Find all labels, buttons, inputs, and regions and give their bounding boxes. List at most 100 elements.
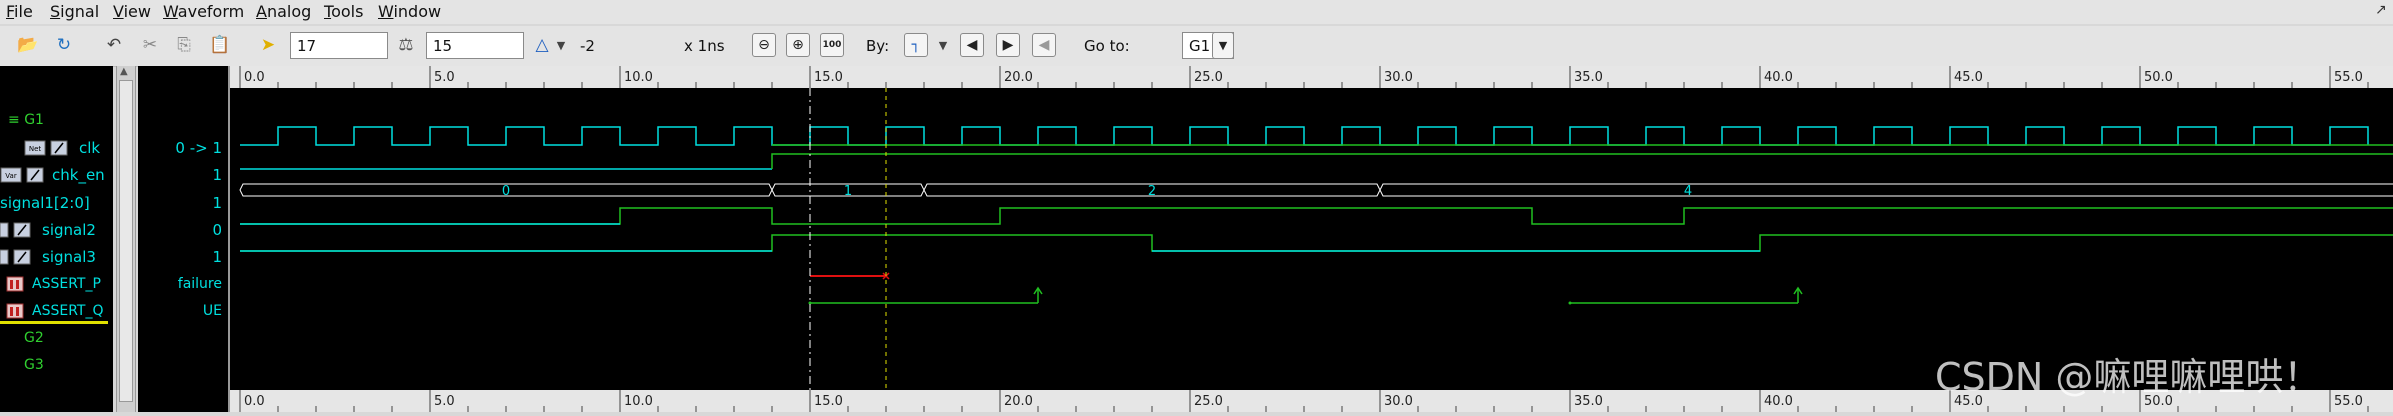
ruler-label: 35.0 xyxy=(1574,70,1603,85)
ruler-label: 40.0 xyxy=(1764,70,1793,85)
menu-view[interactable]: View xyxy=(113,0,151,24)
svg-text:Var: Var xyxy=(5,172,17,180)
bus-value-label: 1 xyxy=(844,184,852,199)
signal-type-icon xyxy=(0,249,31,265)
zoom-out-button[interactable]: ⊖ xyxy=(752,33,776,57)
svg-text:Net: Net xyxy=(29,145,42,153)
signal-row-chk-en[interactable]: Var chk_en xyxy=(0,162,113,188)
ruler-label: 45.0 xyxy=(1954,70,1983,85)
search-back-button[interactable]: ◀ xyxy=(1032,33,1056,57)
zoom-full-button[interactable]: 100 xyxy=(820,33,844,57)
chk-en-high xyxy=(771,153,2393,169)
value-assert-q: UE xyxy=(202,303,222,319)
zoom-in-button[interactable]: ⊕ xyxy=(786,33,810,57)
edge-dropdown-icon[interactable]: ▼ xyxy=(936,33,950,57)
goto-dropdown-button[interactable]: ▼ xyxy=(1212,32,1234,59)
value-chk-en: 1 xyxy=(212,166,222,184)
assertion-icon xyxy=(6,303,24,319)
search-prev-button[interactable]: ◀ xyxy=(960,33,984,57)
step-icon[interactable]: ⚖ xyxy=(394,33,418,57)
bus-value-label: 2 xyxy=(1148,184,1156,199)
menu-window[interactable]: Window xyxy=(378,0,441,24)
ruler-label: 50.0 xyxy=(2144,70,2173,85)
by-label: By: xyxy=(866,37,890,55)
delta-icon[interactable]: △ xyxy=(530,33,554,57)
menu-file[interactable]: File xyxy=(6,0,33,24)
corner-tool-icon[interactable]: ↗ xyxy=(2375,2,2389,20)
watermark: CSDN @嘛哩嘛哩哄！ xyxy=(1935,355,2322,399)
group-g2[interactable]: G2 xyxy=(24,325,44,351)
reload-icon[interactable]: ↻ xyxy=(52,33,76,57)
ruler-label: 55.0 xyxy=(2334,394,2363,409)
ruler-label: 5.0 xyxy=(434,70,455,85)
time-ruler-top-svg: 0.0 5.0 10.0 15.0 20.0 25.0 30.0 35.0 40.0 45.0 50… xyxy=(239,66,2369,88)
signal-row-clk[interactable]: Net clk xyxy=(0,135,113,161)
value-assert-p: failure xyxy=(177,276,222,292)
clk-waveform xyxy=(240,126,2369,146)
signal2-waveform xyxy=(240,207,2393,225)
menu-bar: File Signal View Waveform Analog Tools W… xyxy=(0,0,2393,24)
ruler-label: 15.0 xyxy=(814,70,843,85)
ruler-label: 35.0 xyxy=(1574,394,1603,409)
ruler-label: 30.0 xyxy=(1384,70,1413,85)
ruler-label: 5.0 xyxy=(434,394,455,409)
copy-icon[interactable]: ⎘ xyxy=(172,33,196,57)
signal-type-icon xyxy=(0,222,31,238)
signal-row-signal1[interactable]: signal1[2:0] xyxy=(0,190,113,216)
ruler-label: 40.0 xyxy=(1764,394,1793,409)
cut-icon[interactable]: ✂ xyxy=(138,33,162,57)
signal-value-panel: 0 -> 1 1 1 0 1 failure UE xyxy=(138,66,228,412)
group-marker: ≡ xyxy=(8,112,25,128)
signal-row-assert-q[interactable]: ASSERT_Q xyxy=(0,298,113,324)
bus-segment xyxy=(1379,183,2393,197)
time-ruler-top: 0.0 5.0 10.0 15.0 20.0 25.0 30.0 35.0 40.0 45.0 50… xyxy=(230,66,2393,88)
bus-value-label: 4 xyxy=(1684,184,1692,199)
signal-name: ASSERT_P xyxy=(32,276,101,292)
signal-name: clk xyxy=(79,139,101,157)
ruler-label: 30.0 xyxy=(1384,394,1413,409)
pointer-cursor-icon[interactable]: ➤ xyxy=(256,33,280,57)
signal-name: signal1[2:0] xyxy=(0,194,90,212)
signal-row-signal2[interactable]: signal2 xyxy=(0,217,113,243)
signal-type-icon: Var xyxy=(0,167,44,183)
step-input[interactable] xyxy=(426,32,524,59)
signal-row-assert-p[interactable]: ASSERT_P xyxy=(0,271,113,297)
value-signal3: 1 xyxy=(212,248,222,266)
scrollbar-thumb[interactable] xyxy=(119,80,133,402)
delta-dropdown-icon[interactable]: ▼ xyxy=(554,33,568,57)
bus-value-label: 0 xyxy=(502,184,510,199)
signal-row-signal3[interactable]: signal3 xyxy=(0,244,113,270)
menu-waveform[interactable]: Waveform xyxy=(163,0,244,24)
scroll-up-icon[interactable]: ▲ xyxy=(120,66,128,77)
ruler-label: 55.0 xyxy=(2334,70,2363,85)
ruler-label: 10.0 xyxy=(624,394,653,409)
edge-search-button[interactable]: ┐ xyxy=(904,33,928,57)
ruler-label: 15.0 xyxy=(814,394,843,409)
ruler-label: 0.0 xyxy=(244,70,265,85)
ruler-label: 20.0 xyxy=(1004,70,1033,85)
menu-tools[interactable]: Tools xyxy=(324,0,363,24)
menu-signal[interactable]: Signal xyxy=(50,0,99,24)
signal3-waveform xyxy=(240,234,2393,252)
ruler-label: 10.0 xyxy=(624,70,653,85)
waveform-canvas[interactable]: 0 1 2 4 xyxy=(230,88,2393,390)
signal-name: signal2 xyxy=(42,221,96,239)
group-g1[interactable]: ≡ G1 xyxy=(8,107,44,133)
search-next-button[interactable]: ▶ xyxy=(996,33,1020,57)
name-panel-scrollbar[interactable]: ▲ xyxy=(116,66,136,412)
group-g3[interactable]: G3 xyxy=(24,352,44,378)
ruler-label: 0.0 xyxy=(244,394,265,409)
signal-type-icon: Net xyxy=(24,140,68,156)
menu-analog[interactable]: Analog xyxy=(256,0,311,24)
open-folder-icon[interactable]: 📂 xyxy=(16,33,40,57)
value-clk: 0 -> 1 xyxy=(175,139,222,157)
paste-icon[interactable]: 📋 xyxy=(208,33,232,57)
time-input[interactable] xyxy=(290,32,388,59)
value-signal2: 0 xyxy=(212,221,222,239)
signal-name: signal3 xyxy=(42,248,96,266)
ruler-label: 25.0 xyxy=(1194,394,1223,409)
goto-label: Go to: xyxy=(1084,37,1130,55)
delta-value: -2 xyxy=(580,37,595,55)
undo-icon[interactable]: ↶ xyxy=(102,33,126,57)
value-signal1: 1 xyxy=(212,194,222,212)
